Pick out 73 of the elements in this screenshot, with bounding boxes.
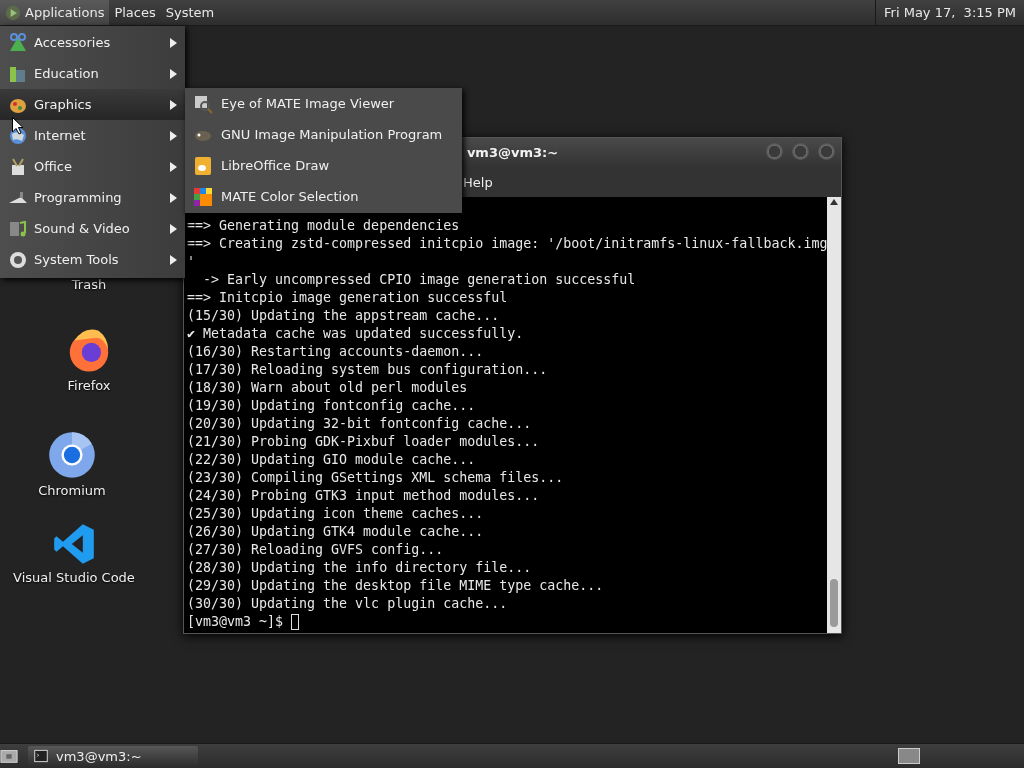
terminal-line: (30/30) Updating the vlc plugin cache...: [187, 595, 509, 613]
terminal-line: (21/30) Probing GDK-Pixbuf loader modules...: [187, 433, 541, 451]
desktop-icon: [0, 747, 18, 765]
terminal-line: (17/30) Reloading system bus configuration...: [187, 361, 549, 379]
submenu-arrow-icon: [170, 254, 177, 265]
submenu-arrow-icon: [170, 223, 177, 234]
terminal-line: (29/30) Updating the desktop file MIME type cache...: [187, 577, 605, 595]
desktop-icon-label[interactable]: Firefox: [67, 378, 111, 393]
workspace-switcher[interactable]: [898, 748, 920, 764]
submenu-arrow-icon: [170, 161, 177, 172]
menu-item[interactable]: Education: [0, 58, 185, 89]
desktop-icon-label[interactable]: Chromium: [38, 483, 106, 498]
submenu-arrow-icon: [170, 68, 177, 79]
menu-item[interactable]: Accessories: [0, 27, 185, 58]
film-music-icon: [8, 218, 28, 239]
terminal-line: ==> Initcpio image generation successful: [187, 289, 509, 307]
scrollbar-thumb[interactable]: [830, 579, 838, 627]
text-cursor: [291, 614, 300, 630]
terminal-line: (23/30) Compiling GSettings XML schema files...: [187, 469, 565, 487]
scissors-icon: [8, 32, 28, 53]
clock[interactable]: Fri May 17, 3:15 PM: [875, 0, 1024, 25]
mouse-pointer-icon: [12, 117, 24, 135]
terminal-line: (22/30) Updating GIO module cache...: [187, 451, 477, 469]
terminal-line: (18/30) Warn about old perl modules: [187, 379, 469, 397]
submenu-arrow-icon: [170, 99, 177, 110]
chromium-icon: [48, 431, 96, 479]
menu-item[interactable]: Graphics: [0, 89, 185, 120]
terminal-line: ✔ Metadata cache was updated successfully.: [187, 325, 525, 343]
terminal-prompt: [vm3@vm3 ~]$: [187, 613, 285, 631]
terminal-line: ': [187, 253, 196, 271]
scrollbar[interactable]: [827, 197, 841, 633]
menu-item[interactable]: Sound & Video: [0, 213, 185, 244]
terminal-line: (19/30) Updating fontconfig cache...: [187, 397, 477, 415]
menu-item[interactable]: Programming: [0, 182, 185, 213]
menu-item[interactable]: System Tools: [0, 244, 185, 275]
terminal-line: ==> Creating zstd-compressed initcpio image: '/boot/initramfs-linux-fallback.img: [187, 235, 827, 253]
menu-item[interactable]: LibreOffice Draw: [185, 150, 462, 181]
color-grid-icon: [193, 186, 213, 207]
terminal-line: (16/30) Restarting accounts-daemon...: [187, 343, 485, 361]
taskbar-button[interactable]: vm3@vm3:~: [28, 746, 198, 766]
terminal-icon: [34, 749, 48, 763]
submenu-arrow-icon: [170, 37, 177, 48]
desktop-icon-label[interactable]: Visual Studio Code: [13, 570, 135, 585]
submenu-arrow-icon: [170, 130, 177, 141]
terminal-line: (27/30) Reloading GVFS config...: [187, 541, 445, 559]
menu-item[interactable]: MATE Color Selection: [185, 181, 462, 212]
terminal-line: (28/30) Updating the info directory file...: [187, 559, 533, 577]
terminal-line: (20/30) Updating 32-bit fontconfig cache...: [187, 415, 533, 433]
terminal-line: (15/30) Updating the appstream cache...: [187, 307, 501, 325]
menu-item[interactable]: Office: [0, 151, 185, 182]
desktop-icon-label[interactable]: Trash: [71, 277, 107, 292]
terminal-line: ==> Generating module dependencies: [187, 217, 461, 235]
mate-logo-icon: [5, 4, 21, 21]
image-magnifier-icon: [193, 93, 213, 114]
window-title: vm3@vm3:~: [466, 145, 559, 160]
panel-menu[interactable]: Places: [109, 0, 161, 25]
scroll-up-icon[interactable]: [830, 199, 838, 205]
terminal-line: (26/30) Updating GTK4 module cache...: [187, 523, 485, 541]
terminal-line: -> Early uncompressed CPIO image generation successful: [202, 271, 637, 289]
close-button[interactable]: [818, 143, 835, 160]
minimize-button[interactable]: [766, 143, 783, 160]
terminal-line: (24/30) Probing GTK3 input method modules...: [187, 487, 541, 505]
panel-menu[interactable]: Applications: [0, 0, 110, 25]
gear-icon: [8, 249, 28, 270]
maximize-button[interactable]: [792, 143, 809, 160]
submenu-arrow-icon: [170, 192, 177, 203]
panel-menu[interactable]: System: [160, 0, 220, 25]
vscode-icon: [52, 522, 96, 566]
document-icon: [193, 155, 213, 176]
menu-item[interactable]: GNU Image Manipulation Program: [185, 119, 462, 150]
menu-item[interactable]: Eye of MATE Image Viewer: [185, 88, 462, 119]
terminal-line: (25/30) Updating icon theme caches...: [187, 505, 485, 523]
menu-item[interactable]: Help: [463, 174, 500, 190]
